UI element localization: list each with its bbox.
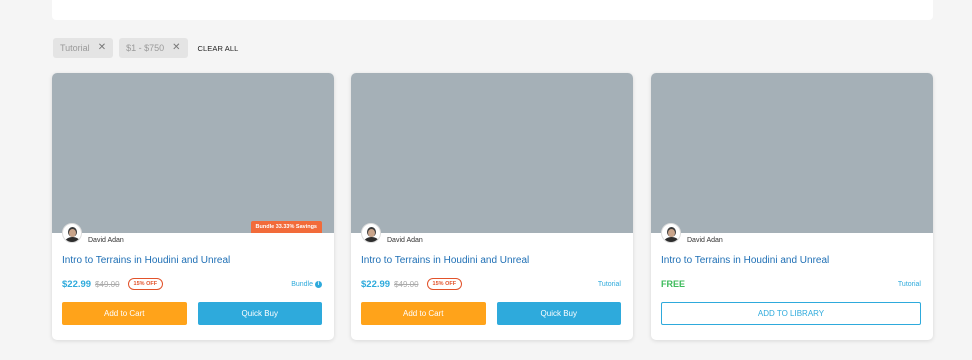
author-name[interactable]: David Adan bbox=[88, 237, 124, 244]
price: $22.99 bbox=[361, 278, 391, 290]
card-actions: Add to Cart Quick Buy bbox=[361, 302, 621, 325]
product-card[interactable]: Bundle 33.33% Savings David Adan Intro t… bbox=[52, 73, 334, 340]
free-price: FREE bbox=[661, 279, 686, 289]
filter-chip-price: $1 - $750 ✕ bbox=[119, 38, 188, 58]
active-filters: Tutorial ✕ $1 - $750 ✕ CLEAR ALL bbox=[53, 38, 238, 58]
category-text: Bundle bbox=[291, 280, 313, 288]
price-row: $22.99 $49.00 15% OFF Tutorial bbox=[361, 278, 621, 290]
avatar[interactable] bbox=[361, 223, 381, 243]
quick-buy-button[interactable]: Quick Buy bbox=[197, 302, 322, 325]
quick-buy-button[interactable]: Quick Buy bbox=[496, 302, 621, 325]
info-icon[interactable]: i bbox=[315, 280, 322, 288]
price-row: $22.99 $49.00 15% OFF Bundle i bbox=[62, 278, 322, 290]
product-card[interactable]: David Adan Intro to Terrains in Houdini … bbox=[651, 73, 933, 340]
category-label: Tutorial bbox=[598, 281, 621, 288]
product-thumbnail[interactable] bbox=[351, 73, 633, 233]
product-thumbnail[interactable] bbox=[52, 73, 334, 233]
filter-chip-label: Tutorial bbox=[60, 43, 90, 53]
add-to-cart-button[interactable]: Add to Cart bbox=[62, 302, 187, 325]
clear-all-button[interactable]: CLEAR ALL bbox=[198, 44, 239, 53]
product-title[interactable]: Intro to Terrains in Houdini and Unreal bbox=[62, 255, 230, 266]
category-text: Tutorial bbox=[597, 280, 621, 288]
category-label: Tutorial bbox=[898, 281, 921, 288]
author-name[interactable]: David Adan bbox=[687, 237, 723, 244]
discount-badge: 15% OFF bbox=[426, 278, 463, 290]
product-title[interactable]: Intro to Terrains in Houdini and Unreal bbox=[661, 255, 829, 266]
card-actions: Add to Cart Quick Buy bbox=[62, 302, 322, 325]
add-to-cart-button[interactable]: Add to Cart bbox=[361, 302, 486, 325]
price-row: FREE Tutorial bbox=[661, 278, 921, 290]
filter-chip-label: $1 - $750 bbox=[126, 43, 165, 53]
price: $22.99 bbox=[62, 278, 92, 290]
original-price: $49.00 bbox=[394, 279, 419, 289]
product-card[interactable]: David Adan Intro to Terrains in Houdini … bbox=[351, 73, 633, 340]
avatar[interactable] bbox=[62, 223, 82, 243]
card-actions: ADD TO LIBRARY bbox=[661, 302, 921, 325]
category-text: Tutorial bbox=[897, 280, 921, 288]
filter-chip-tutorial: Tutorial ✕ bbox=[53, 38, 114, 58]
close-icon[interactable]: ✕ bbox=[172, 43, 180, 53]
discount-badge: 15% OFF bbox=[127, 278, 164, 290]
author-name[interactable]: David Adan bbox=[387, 237, 423, 244]
avatar[interactable] bbox=[661, 223, 681, 243]
close-icon[interactable]: ✕ bbox=[98, 43, 106, 53]
original-price: $49.00 bbox=[95, 279, 120, 289]
top-panel bbox=[52, 0, 933, 20]
product-thumbnail[interactable] bbox=[651, 73, 933, 233]
category-label: Bundle i bbox=[291, 280, 322, 288]
add-to-library-button[interactable]: ADD TO LIBRARY bbox=[661, 302, 921, 325]
product-title[interactable]: Intro to Terrains in Houdini and Unreal bbox=[361, 255, 529, 266]
bundle-savings-badge: Bundle 33.33% Savings bbox=[250, 221, 322, 233]
